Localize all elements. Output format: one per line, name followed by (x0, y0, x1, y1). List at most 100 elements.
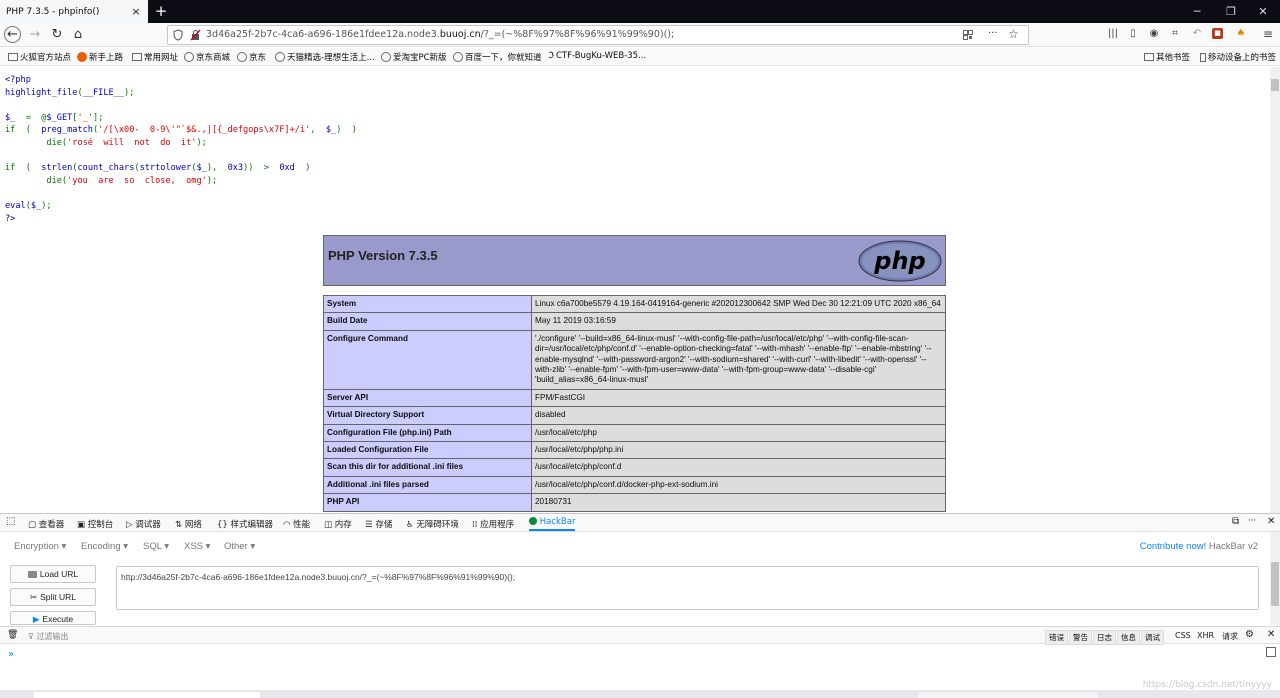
bookmark-item[interactable]: 京东商城 (184, 51, 230, 63)
filter-debug[interactable]: 调试 (1141, 630, 1164, 645)
bookmark-star-icon[interactable]: ☆ (1008, 27, 1019, 41)
filter-requests[interactable]: 请求 (1222, 631, 1238, 642)
address-bar[interactable]: 3d46a25f-2b7c-4ca6-a696-186e1fdee12a.nod… (167, 25, 1029, 45)
code-token: die (5, 175, 62, 186)
restore-button[interactable]: ❐ (1214, 0, 1248, 23)
dock-icon[interactable]: ⧉ (1232, 516, 1239, 527)
page-scrollbar[interactable] (1270, 67, 1280, 513)
back-arrow-icon[interactable]: ← (4, 26, 21, 43)
home-icon[interactable]: ⌂ (70, 27, 86, 43)
trash-icon[interactable]: 🗑 (7, 630, 18, 640)
encoding-dropdown[interactable]: Encoding ▾ (81, 541, 128, 552)
encryption-dropdown[interactable]: Encryption ▾ (14, 541, 66, 552)
other-bookmarks[interactable]: 其他书签 (1144, 51, 1190, 63)
tab-application[interactable]: ⁞⁞ 应用程序 (472, 518, 514, 530)
console-settings-gear-icon[interactable]: ⚙ (1245, 629, 1254, 640)
scrollbar-thumb[interactable] (1271, 562, 1279, 606)
code-token: $_ (196, 163, 207, 174)
firefox-icon (77, 52, 87, 62)
bookmark-item[interactable]: 天猫精选-理想生活上... (275, 51, 375, 63)
reload-icon[interactable]: ↻ (49, 27, 65, 43)
tab-phpinfo[interactable]: PHP 7.3.5 - phpinfo() × (0, 0, 148, 23)
phpinfo-value: disabled (531, 406, 946, 425)
phpinfo-table: System Linux c6a700be5579 4.19.164-041916… (323, 294, 946, 512)
hackbar-url-textarea[interactable]: http://3d46a25f-2b7c-4ca6-a696-186e1fdee… (116, 566, 1259, 610)
phone-icon (1200, 52, 1206, 62)
xss-dropdown[interactable]: XSS ▾ (184, 541, 210, 552)
folder-icon (8, 53, 18, 61)
element-picker-icon[interactable]: ⬚ (6, 516, 15, 527)
code-line: die('you are so close, omg'); (5, 175, 357, 188)
url-text[interactable]: 3d46a25f-2b7c-4ca6-a696-186e1fdee12a.nod… (206, 29, 674, 40)
extension-icon[interactable]: ■ (1212, 28, 1223, 39)
taskbar-item[interactable] (34, 692, 260, 698)
split-url-button[interactable]: ✂ Split URL (10, 588, 96, 606)
tab-style-editor[interactable]: {} 样式编辑器 (217, 518, 273, 530)
close-devtools-icon[interactable]: ✕ (1267, 516, 1275, 527)
tab-console[interactable]: ▣ 控制台 (77, 518, 113, 530)
load-url-button[interactable]: Load URL (10, 565, 96, 583)
scrollbar-thumb[interactable] (1271, 79, 1279, 91)
tab-network[interactable]: ⇅ 网络 (175, 518, 202, 530)
insecure-lock-icon[interactable] (190, 29, 201, 41)
undo-icon[interactable]: ↶ (1190, 27, 1204, 41)
forward-arrow-icon[interactable]: → (27, 27, 43, 43)
code-token: __FILE__ (82, 87, 125, 98)
tab-debugger[interactable]: ▷ 调试器 (126, 518, 161, 530)
hamburger-menu-icon[interactable]: ≡ (1261, 27, 1275, 41)
filter-logs[interactable]: 日志 (1093, 630, 1116, 645)
execute-button[interactable]: ▶ Execute (10, 611, 96, 625)
bookmark-item[interactable]: 爱淘宝PC新版 (381, 51, 447, 63)
close-window-button[interactable]: ✕ (1246, 0, 1280, 23)
hackbar-scrollbar[interactable] (1270, 532, 1280, 558)
tab-accessibility[interactable]: ♿ 无障碍环境 (406, 518, 459, 530)
tab-close-icon[interactable]: × (130, 5, 142, 18)
close-console-icon[interactable]: ✕ (1267, 629, 1275, 640)
split-console-icon[interactable] (1266, 647, 1276, 657)
page-actions-menu-icon[interactable]: ··· (988, 28, 998, 39)
code-token: die (5, 137, 62, 148)
filter-warnings[interactable]: 警告 (1069, 630, 1092, 645)
console-filter-input[interactable]: ⊽ 过滤输出 (28, 631, 68, 642)
bookmark-item[interactable]: 新手上路 (77, 51, 123, 63)
account-icon[interactable]: ◉ (1147, 27, 1161, 41)
bookmark-item[interactable]: ℑ CTF-BugKu-WEB-35... (548, 51, 646, 61)
globe-icon (184, 52, 194, 62)
hackbar-panel-scrollbar[interactable] (1270, 558, 1280, 625)
tab-hackbar[interactable]: HackBar (529, 517, 576, 531)
tab-memory[interactable]: ◫ 内存 (324, 518, 352, 530)
minimize-button[interactable]: ─ (1180, 0, 1214, 23)
code-line: if ( strlen(count_chars(strtolower($_), … (5, 162, 357, 175)
sidebar-icon[interactable]: ▯ (1126, 27, 1140, 41)
bookmark-item[interactable]: 火狐官方站点 (8, 51, 71, 63)
bookmark-item[interactable]: 百度一下，你就知道 (453, 51, 542, 63)
sql-dropdown[interactable]: SQL ▾ (143, 541, 169, 552)
filter-errors[interactable]: 错误 (1045, 630, 1068, 645)
bookmark-item[interactable]: 京东 (237, 51, 266, 63)
taskbar-item[interactable] (918, 692, 1098, 698)
mobile-bookmarks[interactable]: 移动设备上的书签 (1200, 51, 1276, 63)
phpinfo-key: PHP API (323, 493, 532, 512)
qr-code-icon[interactable] (963, 30, 973, 40)
php-logo[interactable]: php (858, 240, 942, 282)
other-dropdown[interactable]: Other ▾ (224, 541, 255, 552)
library-icon[interactable]: ||| (1106, 27, 1120, 41)
code-token: '/[\x00- 0-9\'"`$&.,|[{_defgops\x7F]+/i' (98, 125, 311, 136)
filter-info[interactable]: 信息 (1117, 630, 1140, 645)
phpinfo-row: Scan this dir for additional .ini files /… (323, 458, 946, 477)
tab-performance[interactable]: ◠ 性能 (283, 518, 310, 530)
contribute-link[interactable]: Contribute now! (1140, 541, 1207, 552)
more-options-icon[interactable]: ··· (1248, 516, 1256, 526)
page-content: <?php highlight_file(__FILE__); $_ = @$_GE… (0, 67, 1270, 513)
tab-inspector[interactable]: ▢ 查看器 (28, 518, 64, 530)
console-prompt[interactable]: » (8, 649, 14, 660)
tab-storage[interactable]: ☰ 存储 (365, 518, 392, 530)
screenshot-icon[interactable]: ⌗ (1168, 27, 1182, 41)
bookmark-item[interactable]: 常用网址 (132, 51, 178, 63)
filter-css[interactable]: CSS (1175, 631, 1191, 640)
navigation-bar: ← → ↻ ⌂ 3d46a25f-2b7c-4ca6-a696-186e1fde… (0, 23, 1280, 47)
extension-fox-icon[interactable]: ♠ (1234, 27, 1248, 41)
filter-xhr[interactable]: XHR (1197, 631, 1214, 640)
new-tab-button[interactable]: + (152, 2, 170, 20)
shield-icon[interactable] (173, 29, 183, 41)
